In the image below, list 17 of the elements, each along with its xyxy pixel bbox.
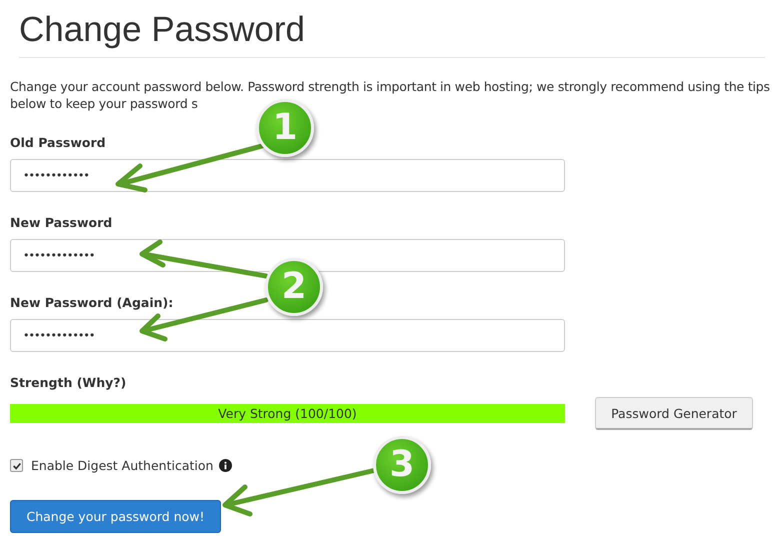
strength-text: Very Strong (100/100) bbox=[218, 406, 357, 421]
step-badge: 2 bbox=[265, 258, 323, 316]
step-badge: 1 bbox=[256, 99, 314, 157]
digest-label: Enable Digest Authentication bbox=[31, 458, 214, 473]
page-title: Change Password bbox=[18, 9, 306, 51]
password-field[interactable]: •••••••••••• bbox=[10, 159, 565, 192]
field-label: New Password bbox=[10, 215, 112, 231]
change-password-button[interactable]: Change your password now! bbox=[10, 500, 221, 533]
password-generator-button[interactable]: Password Generator bbox=[595, 397, 753, 430]
password-field[interactable]: ••••••••••••• bbox=[10, 319, 565, 352]
field-label: New Password (Again): bbox=[10, 295, 174, 311]
digest-checkbox[interactable] bbox=[10, 459, 23, 472]
strength-label: Strength (Why?) bbox=[10, 375, 128, 391]
password-field[interactable]: ••••••••••••• bbox=[10, 239, 565, 272]
field-label: Old Password bbox=[10, 135, 106, 151]
step-badge: 3 bbox=[373, 436, 431, 494]
info-icon[interactable] bbox=[219, 459, 232, 472]
